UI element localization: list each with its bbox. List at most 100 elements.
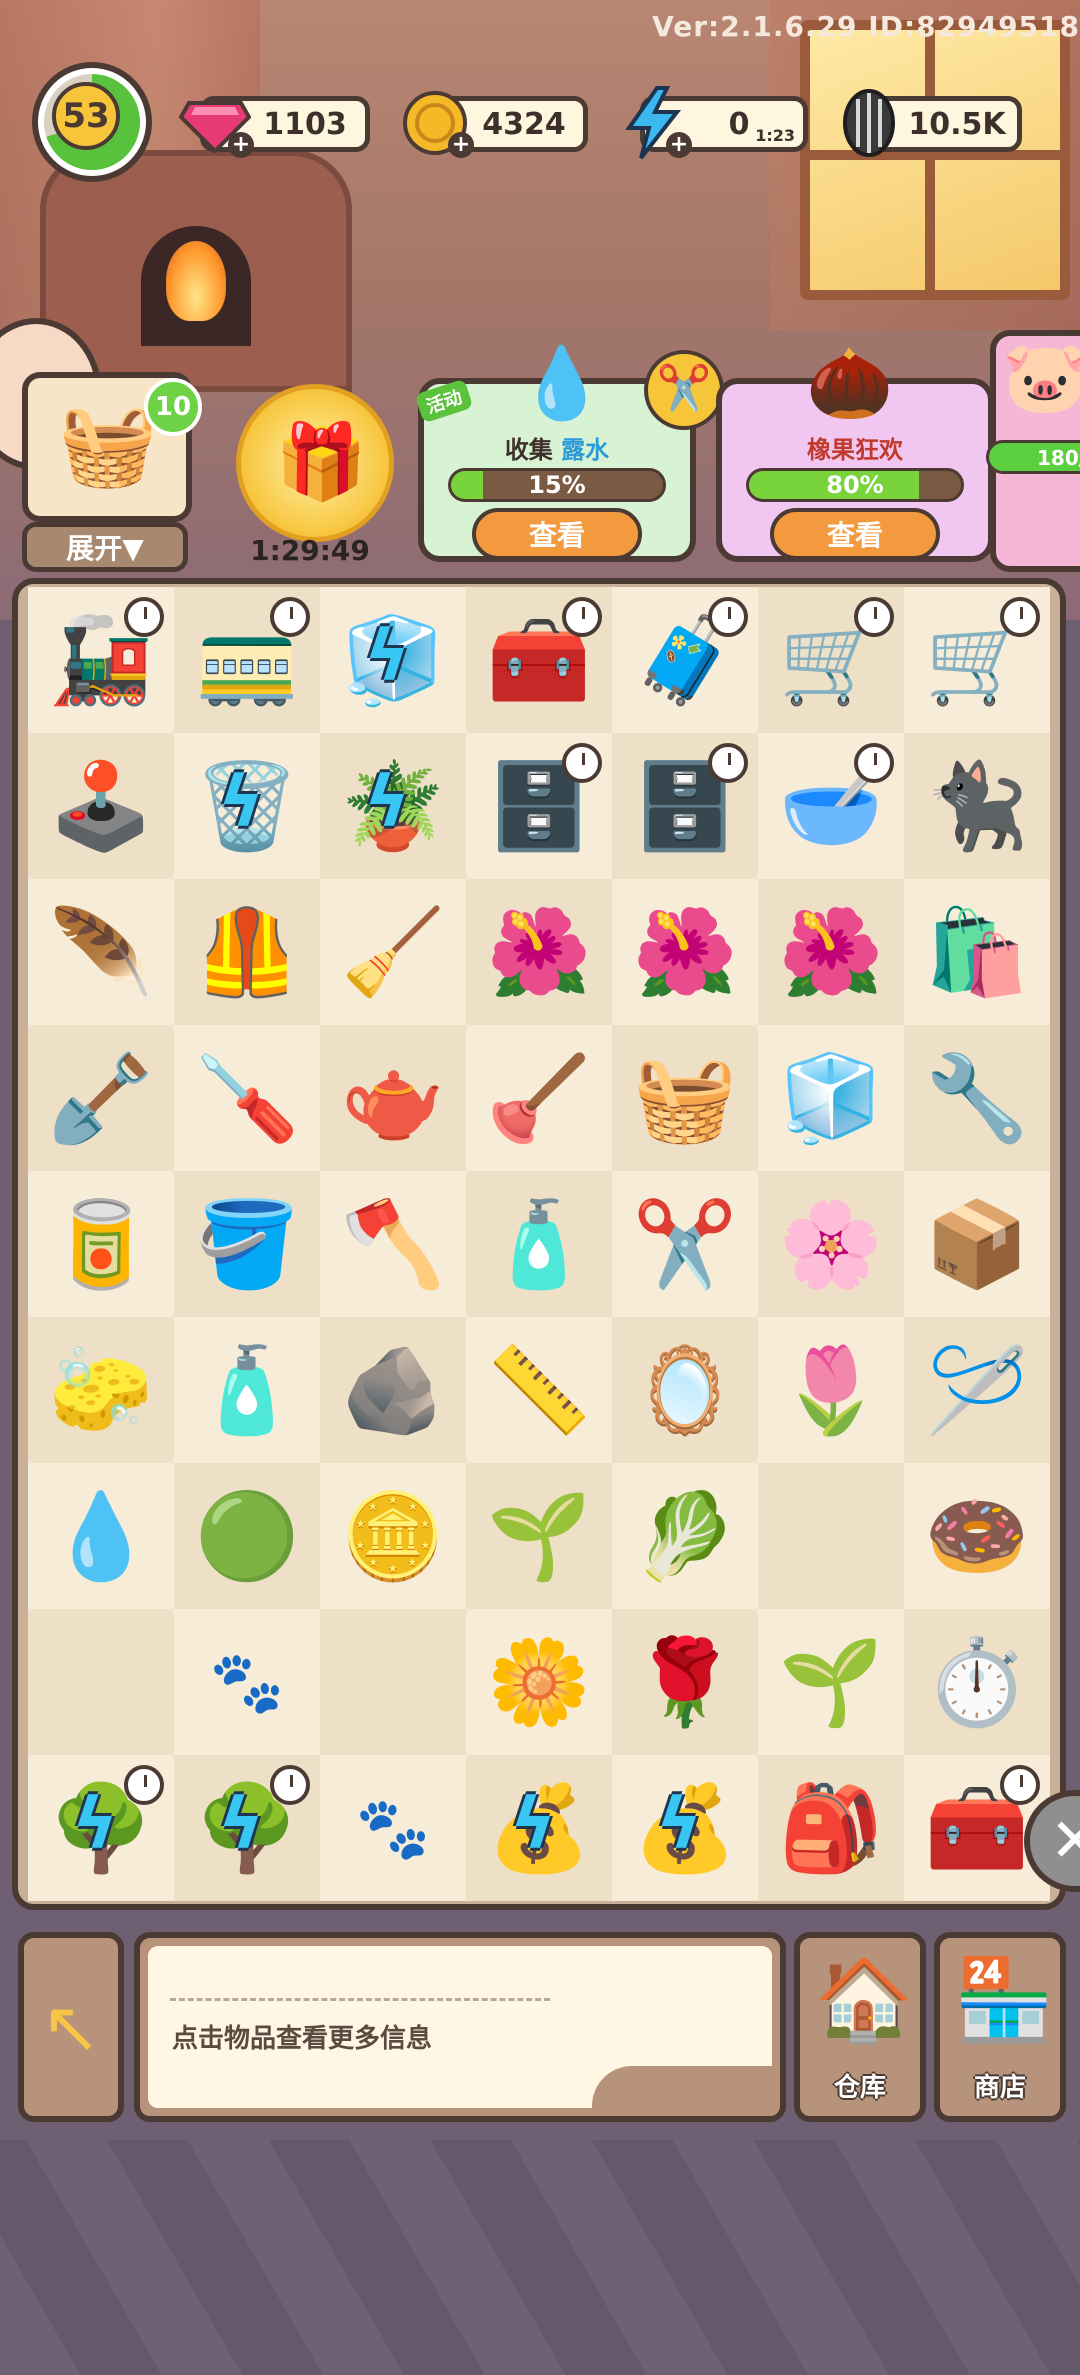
board-cell[interactable]: [758, 1463, 904, 1609]
board-cell[interactable]: 🛍️: [904, 879, 1050, 1025]
board-cell[interactable]: 🐾: [174, 1609, 320, 1755]
board-item-icon: ✂️: [632, 1195, 738, 1293]
board-cell[interactable]: 🛒: [904, 587, 1050, 733]
board-cell[interactable]: 🧺: [612, 1025, 758, 1171]
board-cell[interactable]: 🗄️: [466, 733, 612, 879]
board-cell[interactable]: 🪡: [904, 1317, 1050, 1463]
add-gems-icon[interactable]: +: [228, 132, 254, 158]
board-cell[interactable]: ⏱️: [904, 1609, 1050, 1755]
board-item-icon: 📦: [924, 1195, 1030, 1293]
board-cell[interactable]: 🥬: [612, 1463, 758, 1609]
event-view-button[interactable]: 查看: [770, 508, 940, 560]
event-card-acorn[interactable]: 🌰 橡果狂欢 80% 查看: [716, 342, 994, 562]
board-item-icon: 🧺: [632, 1049, 738, 1147]
board-item-icon: ⏱️: [924, 1633, 1030, 1731]
board-cell[interactable]: 🔧: [904, 1025, 1050, 1171]
gift-box-button[interactable]: 🎁: [236, 384, 394, 542]
clock-icon: [124, 597, 164, 637]
gift-icon: 🎁: [275, 419, 368, 505]
board-cell[interactable]: [28, 1609, 174, 1755]
board-cell[interactable]: 🪙: [320, 1463, 466, 1609]
board-cell[interactable]: 🗄️: [612, 733, 758, 879]
board-cell[interactable]: 📏: [466, 1317, 612, 1463]
board-cell[interactable]: 🌺: [612, 879, 758, 1025]
board-cell[interactable]: 🌱: [466, 1463, 612, 1609]
board-cell[interactable]: 🌺: [466, 879, 612, 1025]
board-cell[interactable]: 🪏: [28, 1025, 174, 1171]
board-cell[interactable]: 🪓: [320, 1171, 466, 1317]
board-cell[interactable]: 🪞: [612, 1317, 758, 1463]
board-item-icon: 🧽: [48, 1341, 154, 1439]
board-cell[interactable]: ✂️: [612, 1171, 758, 1317]
merge-grid: 🚂 🚃 🧊 ϟ 🧰 🧳 🛒 🛒 🕹️ 🗑️ ϟ 🪴 ϟ 🗄️ 🗄️ 🥣 🐈‍⬛ 🪶 🦺 🧹 🌺 🌺 🌺 🛍️ 🪏 🪛 🫖 🪠 🧺 🧊 🔧 🥫 🪣…: [28, 587, 1050, 1901]
board-item-icon: 🕹️: [48, 757, 154, 855]
board-cell[interactable]: 🧹: [320, 879, 466, 1025]
board-item-icon: 🛍️: [924, 903, 1030, 1001]
board-cell[interactable]: 🥫: [28, 1171, 174, 1317]
board-item-icon: 🍩: [924, 1487, 1030, 1585]
board-cell[interactable]: 🛒: [758, 587, 904, 733]
event-title: 橡果狂欢: [807, 436, 903, 464]
board-cell[interactable]: 🍩: [904, 1463, 1050, 1609]
board-cell[interactable]: 🪠: [466, 1025, 612, 1171]
board-cell[interactable]: 🌺: [758, 879, 904, 1025]
acorn-pile-icon: 🌰: [806, 342, 894, 424]
board-cell[interactable]: 🎒: [758, 1755, 904, 1901]
board-cell[interactable]: 🚂: [28, 587, 174, 733]
board-cell[interactable]: 💰 ϟ: [466, 1755, 612, 1901]
board-cell[interactable]: 🧰: [466, 587, 612, 733]
board-item-icon: 🪛: [194, 1049, 300, 1147]
energy-timer: 1:23: [755, 126, 795, 145]
board-cell[interactable]: 🌷: [758, 1317, 904, 1463]
board-cell[interactable]: 🦺: [174, 879, 320, 1025]
board-cell[interactable]: 🚃: [174, 587, 320, 733]
scissors-icon[interactable]: ✂️: [644, 350, 724, 430]
board-cell[interactable]: 🌳 ϟ: [28, 1755, 174, 1901]
board-cell[interactable]: 🟢: [174, 1463, 320, 1609]
player-level[interactable]: 53: [32, 62, 152, 182]
event-view-button[interactable]: 查看: [472, 508, 642, 560]
board-cell[interactable]: 🧊: [758, 1025, 904, 1171]
board-cell[interactable]: [320, 1609, 466, 1755]
board-cell[interactable]: 📦: [904, 1171, 1050, 1317]
board-cell[interactable]: 🧊 ϟ: [320, 587, 466, 733]
board-cell[interactable]: 🌸: [758, 1171, 904, 1317]
energy-bolt-icon: ϟ: [72, 1783, 119, 1865]
board-cell[interactable]: 🐾: [320, 1755, 466, 1901]
board-cell[interactable]: 🌼: [466, 1609, 612, 1755]
shop-button[interactable]: 🏪 商店: [934, 1932, 1066, 2122]
board-cell[interactable]: 🪛: [174, 1025, 320, 1171]
board-cell[interactable]: 💰 ϟ: [612, 1755, 758, 1901]
add-coins-icon[interactable]: +: [448, 132, 474, 158]
paw-print-icon: 🐾: [209, 1647, 285, 1718]
energy-bolt-icon: ϟ: [218, 761, 265, 843]
version-label: Ver:2.1.6.29 ID:82949518: [652, 10, 1080, 43]
board-cell[interactable]: 🌹: [612, 1609, 758, 1755]
board-cell[interactable]: 🫖: [320, 1025, 466, 1171]
back-arrow-button[interactable]: ↖: [18, 1932, 124, 2122]
board-cell[interactable]: 🌱: [758, 1609, 904, 1755]
board-cell[interactable]: 🪴 ϟ: [320, 733, 466, 879]
board-cell[interactable]: 🧽: [28, 1317, 174, 1463]
board-cell[interactable]: 🧳: [612, 587, 758, 733]
board-cell[interactable]: 🐈‍⬛: [904, 733, 1050, 879]
board-cell[interactable]: 🥣: [758, 733, 904, 879]
coin-icon: +: [396, 84, 474, 162]
board-cell[interactable]: 🧴: [174, 1317, 320, 1463]
warehouse-button[interactable]: 🏠 仓库: [794, 1932, 926, 2122]
board-item-icon: 🌹: [632, 1633, 738, 1731]
board-cell[interactable]: 🌳 ϟ: [174, 1755, 320, 1901]
board-cell[interactable]: 🪶: [28, 879, 174, 1025]
board-cell[interactable]: 🪨: [320, 1317, 466, 1463]
board-cell[interactable]: 🧴: [466, 1171, 612, 1317]
board-item-icon: 💧: [48, 1487, 154, 1585]
board-cell[interactable]: 🕹️: [28, 733, 174, 879]
board-cell[interactable]: 💧: [28, 1463, 174, 1609]
board-cell[interactable]: 🪣: [174, 1171, 320, 1317]
add-energy-icon[interactable]: +: [666, 132, 692, 158]
event-progress-text: 80%: [826, 471, 884, 499]
board-item-icon: 🌼: [486, 1633, 592, 1731]
board-cell[interactable]: 🗑️ ϟ: [174, 733, 320, 879]
board-item-icon: 🐈‍⬛: [924, 757, 1030, 855]
expand-button[interactable]: 展开▼: [22, 522, 188, 572]
